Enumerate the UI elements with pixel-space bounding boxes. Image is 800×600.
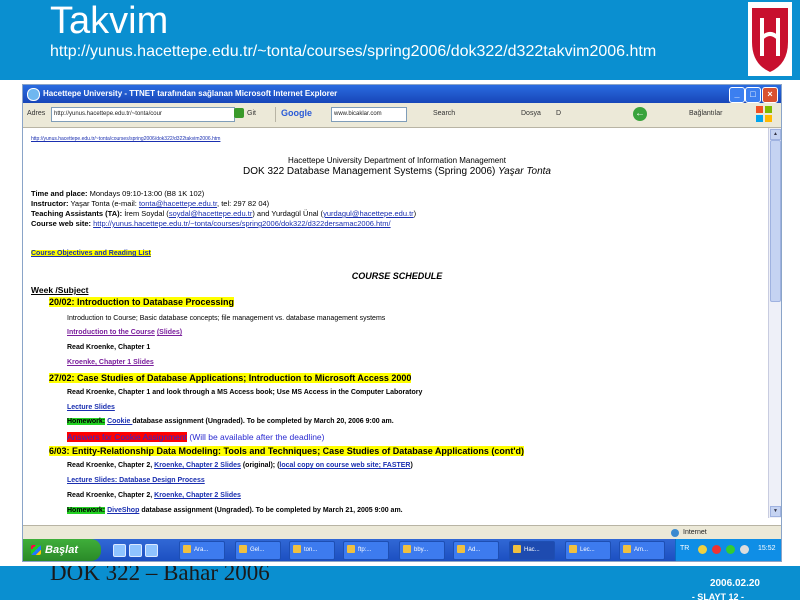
intro-slides-link[interactable]: (Slides) — [157, 329, 182, 336]
course-web-link[interactable]: http://yunus.hacettepe.edu.tr/~tonta/cou… — [93, 219, 391, 228]
week-title-1: 20/02: Introduction to Database Processi… — [49, 297, 235, 307]
tray-messenger-icon[interactable] — [726, 545, 735, 554]
footer-slide-number: - SLAYT 12 - — [691, 592, 744, 600]
screenshot-frame: Hacettepe University - TTNET tarafından … — [22, 84, 782, 562]
week1-slides-line: Introduction to the Course (Slides) — [67, 329, 182, 336]
close-button[interactable]: × — [762, 87, 778, 103]
cookie-answers-link[interactable]: Answers for Cookie Assignment — [67, 432, 187, 442]
department-heading: Hacettepe University Department of Infor… — [288, 156, 506, 165]
week-subject-heading: Week /Subject — [31, 285, 89, 295]
language-indicator[interactable]: TR — [680, 545, 689, 552]
intro-course-link[interactable]: Introduction to the Course — [67, 329, 155, 336]
taskbar-button[interactable]: ton... — [289, 541, 335, 560]
week3-slides-link[interactable]: Lecture Slides: Database Design Process — [67, 477, 205, 484]
week1-reading: Read Kroenke, Chapter 1 — [67, 344, 151, 351]
week3-reading-2: Read Kroenke, Chapter 2, Kroenke, Chapte… — [67, 492, 241, 499]
google-toolbar-logo[interactable]: Google — [281, 108, 312, 118]
slide-title: Takvim — [50, 0, 169, 42]
scroll-thumb[interactable] — [770, 140, 781, 302]
week-title-3: 6/03: Entity-Relationship Data Modeling:… — [49, 446, 525, 456]
week2-reading: Read Kroenke, Chapter 1 and look through… — [67, 389, 423, 396]
status-bar: Internet — [23, 525, 781, 540]
week3-reading: Read Kroenke, Chapter 2, Kroenke, Chapte… — [67, 462, 413, 469]
google-search-input[interactable]: www.bicaklar.com — [331, 107, 407, 122]
windows-flag-icon — [31, 545, 41, 555]
quicklaunch-ie-icon[interactable] — [113, 544, 126, 557]
dosya-menu[interactable]: Dosya — [521, 110, 541, 117]
tray-antivirus-icon[interactable] — [712, 545, 721, 554]
ie-icon — [27, 88, 40, 101]
internet-zone-icon — [671, 529, 679, 537]
vertical-scrollbar[interactable]: ▲ ▼ — [768, 128, 781, 518]
instructor-line: Instructor: Yaşar Tonta (e-mail: tonta@h… — [31, 199, 270, 208]
web-site-line: Course web site: http://yunus.hacettepe.… — [31, 219, 391, 228]
address-input[interactable]: http://yunus.hacettepe.edu.tr/~tonta/cou… — [51, 107, 235, 122]
search-button[interactable]: Search — [433, 110, 455, 117]
local-copy-link[interactable]: local copy on course web site; FASTER — [279, 462, 410, 469]
kroenke-ch2-link-2[interactable]: Kroenke, Chapter 2 Slides — [154, 492, 241, 499]
time-place-line: Time and place: Mondays 09:10-13:00 (B8 … — [31, 189, 205, 198]
ta-line: Teaching Assistants (TA): İrem Soydal (s… — [31, 209, 417, 218]
week3-homework: Homework: DiveShop database assignment (… — [67, 507, 403, 514]
quicklaunch-desktop-icon[interactable] — [129, 544, 142, 557]
diveshop-link[interactable]: DiveShop — [107, 507, 139, 514]
ta-email2-link[interactable]: yurdagul@hacettepe.edu.tr — [323, 209, 414, 218]
week2-slides-link[interactable]: Lecture Slides — [67, 404, 115, 411]
taskbar-button[interactable]: bby... — [399, 541, 445, 560]
minimize-button[interactable]: _ — [729, 87, 745, 103]
week2-answers: Answers for Cookie Assignment (Will be a… — [67, 432, 325, 442]
clock: 15:52 — [758, 545, 776, 552]
start-button[interactable]: Başlat — [23, 539, 101, 561]
course-heading: DOK 322 Database Management Systems (Spr… — [243, 166, 551, 177]
week-title-2: 27/02: Case Studies of Database Applicat… — [49, 373, 412, 383]
system-tray: TR 15:52 — [675, 539, 781, 561]
week2-homework: Homework: Cookie database assignment (Un… — [67, 418, 394, 425]
slide-url: http://yunus.hacettepe.edu.tr/~tonta/cou… — [50, 43, 657, 60]
taskbar-button[interactable]: Am... — [619, 541, 665, 560]
go-arrow-icon[interactable] — [234, 108, 244, 118]
maximize-button[interactable]: □ — [745, 87, 761, 103]
links-menu[interactable]: Bağlantılar — [689, 110, 722, 117]
scroll-down-icon[interactable]: ▼ — [770, 506, 781, 517]
tray-network-icon[interactable] — [698, 545, 707, 554]
kroenke-ch1-link[interactable]: Kroenke, Chapter 1 Slides — [67, 359, 154, 366]
address-label: Adres — [27, 110, 46, 117]
web-page-content: http://yunus.hacettepe.edu.tr/~tonta/cou… — [23, 128, 771, 518]
footer-course: DOK 322 – Bahar 2006 — [50, 566, 270, 585]
taskbar-button[interactable]: Ara... — [179, 541, 225, 560]
taskbar-button[interactable]: Ad... — [453, 541, 499, 560]
instructor-email-link[interactable]: tonta@hacettepe.edu.tr — [139, 199, 217, 208]
browser-toolbar: Adres http://yunus.hacettepe.edu.tr/~ton… — [23, 103, 781, 128]
back-arrow-icon[interactable]: ← — [633, 107, 647, 121]
toolbar-separator — [275, 107, 276, 122]
tray-volume-icon[interactable] — [740, 545, 749, 554]
browser-title-bar: Hacettepe University - TTNET tarafından … — [23, 85, 781, 103]
scroll-up-icon[interactable]: ▲ — [770, 129, 781, 140]
dosya-letter: D — [556, 110, 562, 117]
ta-email1-link[interactable]: soydal@hacettepe.edu.tr — [169, 209, 253, 218]
objectives-link[interactable]: Course Objectives and Reading List — [31, 250, 151, 257]
slide-footer: DOK 322 – Bahar 2006 2006.02.20 - SLAYT … — [0, 566, 800, 600]
quicklaunch-media-icon[interactable] — [145, 544, 158, 557]
schedule-heading: COURSE SCHEDULE — [351, 271, 443, 281]
browser-title: Hacettepe University - TTNET tarafından … — [43, 89, 338, 98]
week1-desc: Introduction to Course; Basic database c… — [67, 315, 386, 322]
footer-date: 2006.02.20 — [709, 578, 760, 589]
windows-flag-icon — [756, 106, 772, 122]
go-button[interactable]: Git — [247, 110, 256, 117]
cookie-link[interactable]: Cookie — [107, 418, 132, 425]
taskbar-button[interactable]: Gel... — [235, 541, 281, 560]
status-zone: Internet — [683, 529, 707, 536]
windows-taskbar: Başlat Ara... Gel... ton... ftp:... bby.… — [23, 539, 781, 561]
taskbar-button[interactable]: ftp:... — [343, 541, 389, 560]
kroenke-ch2-link[interactable]: Kroenke, Chapter 2 Slides — [154, 462, 241, 469]
hacettepe-logo-icon — [748, 2, 792, 76]
page-url-link[interactable]: http://yunus.hacettepe.edu.tr/~tonta/cou… — [31, 136, 220, 142]
slide-header: Takvim http://yunus.hacettepe.edu.tr/~to… — [0, 0, 800, 80]
taskbar-button[interactable]: Lec... — [565, 541, 611, 560]
taskbar-button-active[interactable]: Hac... — [509, 541, 555, 560]
